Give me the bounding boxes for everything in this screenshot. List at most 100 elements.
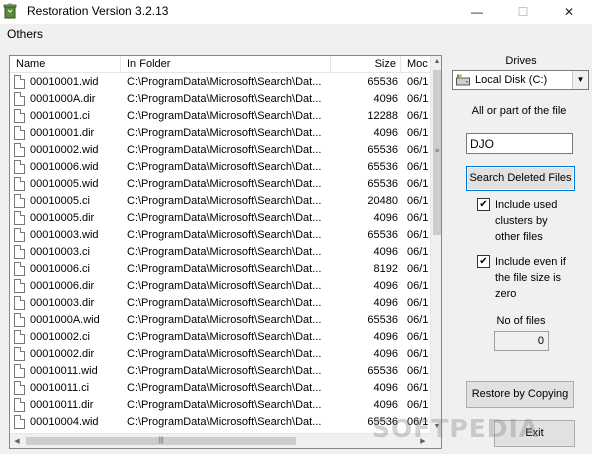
table-row[interactable]: 0001000A.dir C:\ProgramData\Microsoft\Sea… [10,91,430,108]
row-modified: 06/1 [407,144,429,156]
filename-label: All or part of the file [471,105,567,117]
row-folder: C:\ProgramData\Microsoft\Search\Dat... [127,314,322,326]
file-icon [14,177,25,191]
file-icon [14,211,25,225]
table-row[interactable]: 00010006.ci C:\ProgramData\Microsoft\Sear… [10,261,430,278]
include-zero-size-checkbox[interactable]: ✔ [477,255,490,268]
grip-icon: ||| [158,437,164,444]
column-header-size[interactable]: Size [331,56,401,73]
file-icon [14,313,25,327]
table-row[interactable]: 00010005.ci C:\ProgramData\Microsoft\Sear… [10,193,430,210]
row-modified: 06/1 [407,331,429,343]
row-name: 00010005.wid [30,178,99,190]
row-size: 4096 [373,348,398,360]
horizontal-scrollbar[interactable]: ◀ ||| ▶ [10,433,430,448]
row-folder: C:\ProgramData\Microsoft\Search\Dat... [127,280,322,292]
row-size: 4096 [373,127,398,139]
row-folder: C:\ProgramData\Microsoft\Search\Dat... [127,212,322,224]
row-name: 00010011.dir [30,399,94,411]
table-row[interactable]: 00010003.wid C:\ProgramData\Microsoft\Sea… [10,227,430,244]
table-row[interactable]: 0001000A.wid C:\ProgramData\Microsoft\Sea… [10,312,430,329]
row-size: 4096 [373,280,398,292]
grip-icon: ≡ [434,148,440,155]
row-size: 65536 [367,76,398,88]
restore-by-copying-button[interactable]: Restore by Copying [466,381,574,408]
row-modified: 06/1 [407,314,429,326]
drive-dropdown[interactable]: Local Disk (C:) ▼ [452,70,589,90]
table-row[interactable]: 00010005.wid C:\ProgramData\Microsoft\Sea… [10,176,430,193]
maximize-button[interactable]: ☐ [500,0,546,24]
row-name: 00010006.dir [30,280,95,292]
table-row[interactable]: 00010005.dir C:\ProgramData\Microsoft\Sea… [10,210,430,227]
row-folder: C:\ProgramData\Microsoft\Search\Dat... [127,76,322,88]
row-folder: C:\ProgramData\Microsoft\Search\Dat... [127,110,322,122]
table-row[interactable]: 00010002.wid C:\ProgramData\Microsoft\Sea… [10,142,430,159]
menu-bar: Others [0,24,592,44]
window-title: Restoration Version 3.2.13 [27,4,169,18]
row-size: 65536 [367,229,398,241]
minimize-button[interactable]: — [454,0,500,24]
scroll-up-icon[interactable]: ▲ [431,56,441,68]
row-modified: 06/1 [407,110,429,122]
filename-input[interactable] [466,133,573,154]
vertical-scroll-thumb[interactable]: ≡ [433,70,441,235]
row-name: 00010003.ci [30,246,90,258]
column-header-folder[interactable]: In Folder [121,56,331,73]
table-row[interactable]: 00010003.dir C:\ProgramData\Microsoft\Sea… [10,295,430,312]
row-name: 00010001.wid [30,76,99,88]
table-row[interactable]: 00010002.dir C:\ProgramData\Microsoft\Sea… [10,346,430,363]
row-name: 00010001.dir [30,127,95,139]
row-modified: 06/1 [407,280,429,292]
drives-label: Drives [505,55,537,67]
row-folder: C:\ProgramData\Microsoft\Search\Dat... [127,365,322,377]
file-icon [14,347,25,361]
row-name: 00010011.ci [30,382,90,394]
row-size: 8192 [373,263,398,275]
table-row[interactable]: 00010006.dir C:\ProgramData\Microsoft\Sea… [10,278,430,295]
row-size: 4096 [373,399,398,411]
row-folder: C:\ProgramData\Microsoft\Search\Dat... [127,229,322,241]
chevron-down-icon[interactable]: ▼ [572,71,588,89]
close-button[interactable]: ✕ [546,0,592,24]
row-size: 4096 [373,297,398,309]
table-row[interactable]: 00010004.wid C:\ProgramData\Microsoft\Sea… [10,414,430,431]
search-deleted-files-button[interactable]: Search Deleted Files [466,166,575,191]
file-icon [14,109,25,123]
row-size: 4096 [373,93,398,105]
include-zero-size-label[interactable]: Include even if the file size is zero [495,254,575,302]
row-size: 65536 [367,178,398,190]
file-list[interactable]: Name In Folder Size Moc 00010001.wid C:\P… [9,55,442,449]
row-folder: C:\ProgramData\Microsoft\Search\Dat... [127,178,322,190]
table-row[interactable]: 00010003.ci C:\ProgramData\Microsoft\Sear… [10,244,430,261]
row-folder: C:\ProgramData\Microsoft\Search\Dat... [127,297,322,309]
title-bar: Restoration Version 3.2.13 — ☐ ✕ [0,0,592,24]
table-row[interactable]: 00010001.dir C:\ProgramData\Microsoft\Sea… [10,125,430,142]
include-used-clusters-label[interactable]: Include used clusters by other files [495,197,575,245]
table-row[interactable]: 00010001.wid C:\ProgramData\Microsoft\Sea… [10,74,430,91]
table-row[interactable]: 00010001.ci C:\ProgramData\Microsoft\Sear… [10,108,430,125]
column-header-name[interactable]: Name [10,56,121,73]
vertical-scrollbar[interactable]: ▲ ≡ ▼ [430,56,441,433]
row-modified: 06/1 [407,365,429,377]
include-used-clusters-checkbox[interactable]: ✔ [477,198,490,211]
row-size: 65536 [367,144,398,156]
row-folder: C:\ProgramData\Microsoft\Search\Dat... [127,161,322,173]
row-folder: C:\ProgramData\Microsoft\Search\Dat... [127,93,322,105]
row-folder: C:\ProgramData\Microsoft\Search\Dat... [127,416,322,428]
row-modified: 06/1 [407,348,429,360]
file-icon [14,228,25,242]
row-modified: 06/1 [407,178,429,190]
table-row[interactable]: 00010006.wid C:\ProgramData\Microsoft\Sea… [10,159,430,176]
table-row[interactable]: 00010002.ci C:\ProgramData\Microsoft\Sear… [10,329,430,346]
horizontal-scroll-thumb[interactable]: ||| [26,437,296,445]
table-row[interactable]: 00010011.dir C:\ProgramData\Microsoft\Sea… [10,397,430,414]
file-icon [14,262,25,276]
table-row[interactable]: 00010011.ci C:\ProgramData\Microsoft\Sear… [10,380,430,397]
watermark: SOFTPEDIA [372,414,540,443]
menu-item-others[interactable]: Others [7,27,43,41]
scroll-left-icon[interactable]: ◀ [10,434,24,448]
table-row[interactable]: 00010011.wid C:\ProgramData\Microsoft\Sea… [10,363,430,380]
file-icon [14,364,25,378]
row-modified: 06/1 [407,399,429,411]
file-icon [14,75,25,89]
